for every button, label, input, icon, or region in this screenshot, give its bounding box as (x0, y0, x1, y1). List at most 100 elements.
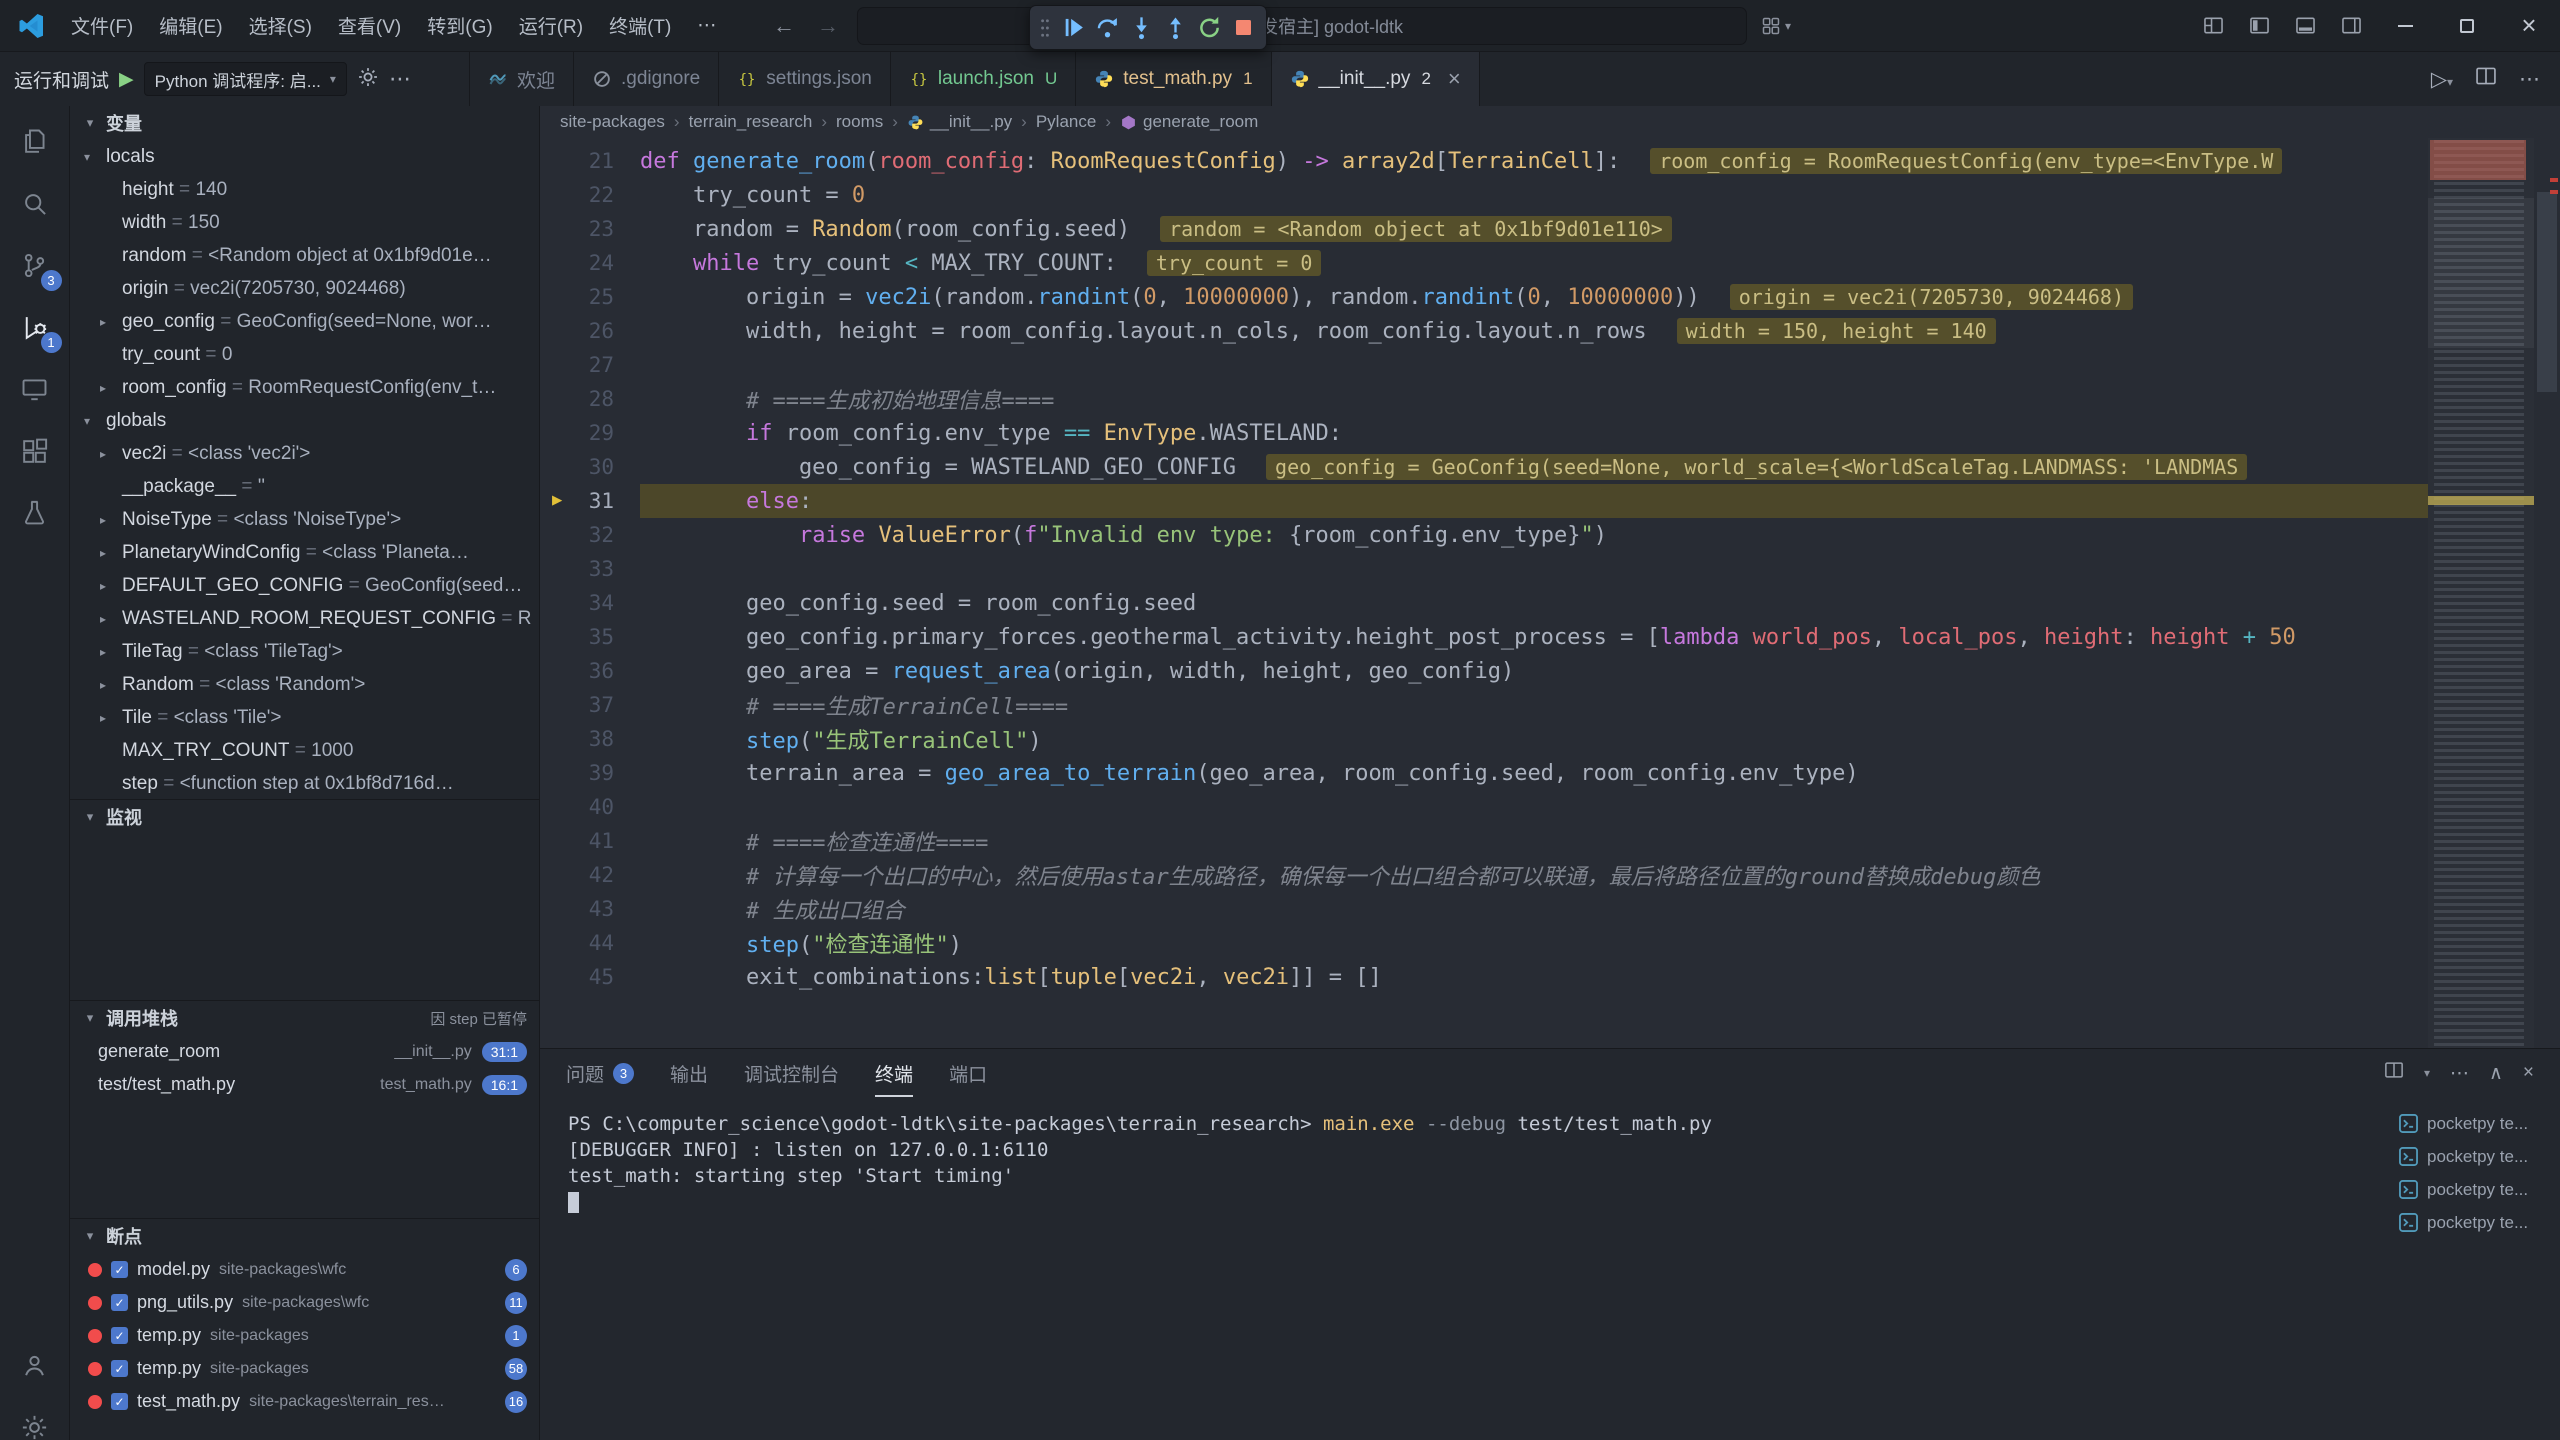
variable-row[interactable]: width = 150 (70, 206, 539, 239)
start-debug-icon[interactable]: ▶ (119, 68, 134, 91)
activity-run-debug[interactable]: 1 (0, 296, 70, 358)
gear-icon[interactable] (357, 66, 379, 93)
line-number[interactable]: 29 (540, 421, 640, 445)
line-number[interactable]: 42 (540, 863, 640, 887)
minimize-button[interactable] (2374, 0, 2436, 51)
settings-gear-icon[interactable] (0, 1396, 70, 1440)
terminal-output[interactable]: PS C:\computer_science\godot-ldtk\site-p… (568, 1111, 2385, 1440)
menu-run[interactable]: 运行(R) (506, 0, 596, 51)
terminal-list-item[interactable]: pocketpy te... (2394, 1206, 2554, 1239)
line-number[interactable]: 21 (540, 149, 640, 173)
variable-row[interactable]: ▸Random = <class 'Random'> (70, 668, 539, 701)
variable-row[interactable]: ▸geo_config = GeoConfig(seed=None, wor… (70, 305, 539, 338)
maximize-button[interactable] (2436, 0, 2498, 51)
chevron-down-icon[interactable]: ▾ (2424, 1066, 2430, 1080)
line-number[interactable]: 45 (540, 965, 640, 989)
variable-row[interactable]: random = <Random object at 0x1bf9d01e… (70, 239, 539, 272)
tab-gdignore[interactable]: .gdignore (574, 52, 719, 106)
customize-layout-icon[interactable] (2190, 0, 2236, 51)
variables-scope-locals[interactable]: ▾locals (70, 140, 539, 173)
activity-remote-explorer[interactable] (0, 358, 70, 420)
line-number[interactable]: 39 (540, 761, 640, 785)
line-number[interactable]: 35 (540, 625, 640, 649)
line-number[interactable]: 33 (540, 557, 640, 581)
line-number[interactable]: 41 (540, 829, 640, 853)
menu-edit[interactable]: 编辑(E) (146, 0, 235, 51)
step-over-button[interactable] (1090, 10, 1124, 46)
drag-handle[interactable] (1036, 10, 1054, 46)
panel-tab-terminal[interactable]: 终端 (875, 1049, 913, 1097)
breadcrumb-item[interactable]: rooms (836, 112, 883, 132)
menu-file[interactable]: 文件(F) (58, 0, 146, 51)
more-actions-icon[interactable]: ⋯ (389, 66, 411, 92)
editor-scrollbar[interactable] (2534, 138, 2560, 1048)
debug-config-dropdown[interactable]: Python 调试程序: 启... ▾ (144, 62, 347, 96)
line-number[interactable]: 44 (540, 931, 640, 955)
panel-tab-output[interactable]: 输出 (670, 1049, 708, 1097)
breakpoint-row[interactable]: ✓temp.pysite-packages58 (70, 1352, 539, 1385)
line-number[interactable]: 37 (540, 693, 640, 717)
variable-row[interactable]: ▸vec2i = <class 'vec2i'> (70, 437, 539, 470)
panel-tab-problems[interactable]: 问题3 (566, 1049, 634, 1097)
restart-button[interactable] (1192, 10, 1226, 46)
breakpoint-checkbox[interactable]: ✓ (111, 1393, 128, 1410)
variable-row[interactable]: MAX_TRY_COUNT = 1000 (70, 734, 539, 767)
stop-button[interactable] (1226, 10, 1260, 46)
terminal-list-item[interactable]: pocketpy te... (2394, 1107, 2554, 1140)
variable-row[interactable]: ▸Tile = <class 'Tile'> (70, 701, 539, 734)
close-panel-icon[interactable]: × (2523, 1062, 2534, 1084)
more-actions-icon[interactable]: ⋯ (2519, 67, 2540, 92)
variable-row[interactable]: height = 140 (70, 173, 539, 206)
breakpoint-row[interactable]: ✓temp.pysite-packages1 (70, 1319, 539, 1352)
breakpoint-row[interactable]: ✓png_utils.pysite-packages\wfc11 (70, 1286, 539, 1319)
menu-terminal[interactable]: 终端(T) (596, 0, 684, 51)
activity-source-control[interactable]: 3 (0, 234, 70, 296)
toggle-sidebar-icon[interactable] (2236, 0, 2282, 51)
breadcrumb-item[interactable]: generate_room (1120, 112, 1258, 132)
toggle-secondary-sidebar-icon[interactable] (2328, 0, 2374, 51)
activity-explorer[interactable] (0, 110, 70, 172)
menu-view[interactable]: 查看(V) (325, 0, 414, 51)
tab-init-py[interactable]: __init__.py2× (1272, 52, 1480, 106)
tab-settings-json[interactable]: {}settings.json (719, 52, 891, 106)
forward-arrow-icon[interactable]: → (813, 13, 843, 39)
variable-row[interactable]: __package__ = '' (70, 470, 539, 503)
tab-test-math-py[interactable]: test_math.py1 (1076, 52, 1271, 106)
maximize-panel-icon[interactable]: ∧ (2489, 1062, 2503, 1085)
code-editor[interactable]: 21def generate_room(room_config: RoomReq… (540, 138, 2560, 1048)
menu-selection[interactable]: 选择(S) (236, 0, 325, 51)
variable-row[interactable]: ▸WASTELAND_ROOM_REQUEST_CONFIG = RoomR… (70, 602, 539, 635)
variable-row[interactable]: step = <function step at 0x1bf8d716d… (70, 767, 539, 799)
line-number[interactable]: 32 (540, 523, 640, 547)
breakpoint-row[interactable]: ✓model.pysite-packages\wfc6 (70, 1253, 539, 1286)
line-number[interactable]: 30 (540, 455, 640, 479)
activity-extensions[interactable] (0, 420, 70, 482)
step-out-button[interactable] (1158, 10, 1192, 46)
variable-row[interactable]: ▸TileTag = <class 'TileTag'> (70, 635, 539, 668)
variable-row[interactable]: ▸room_config = RoomRequestConfig(env_t… (70, 371, 539, 404)
line-number[interactable]: 38 (540, 727, 640, 751)
breadcrumb-item[interactable]: Pylance (1036, 112, 1096, 132)
line-number[interactable]: 28 (540, 387, 640, 411)
variable-row[interactable]: try_count = 0 (70, 338, 539, 371)
watch-header[interactable]: ▾监视 (70, 800, 539, 834)
variables-scope-globals[interactable]: ▾globals (70, 404, 539, 437)
breadcrumb-item[interactable]: site-packages (560, 112, 665, 132)
minimap[interactable] (2428, 138, 2534, 1048)
grid-menu-icon[interactable]: ▾ (1761, 16, 1791, 36)
stack-frame[interactable]: generate_room__init__.py31:1 (70, 1035, 539, 1068)
panel-tab-ports[interactable]: 端口 (949, 1049, 987, 1097)
close-icon[interactable]: × (1448, 66, 1461, 92)
activity-search[interactable] (0, 172, 70, 234)
run-file-icon[interactable]: ▷▾ (2431, 67, 2453, 92)
breakpoints-header[interactable]: ▾断点 (70, 1219, 539, 1253)
variable-row[interactable]: origin = vec2i(7205730, 9024468) (70, 272, 539, 305)
line-number[interactable]: 34 (540, 591, 640, 615)
line-number[interactable]: 43 (540, 897, 640, 921)
continue-button[interactable] (1056, 10, 1090, 46)
variable-row[interactable]: ▸DEFAULT_GEO_CONFIG = GeoConfig(seed=1… (70, 569, 539, 602)
tab-welcome[interactable]: 欢迎 (470, 52, 574, 106)
account-icon[interactable] (0, 1334, 70, 1396)
line-number[interactable]: 26 (540, 319, 640, 343)
terminal-list-item[interactable]: pocketpy te... (2394, 1173, 2554, 1206)
